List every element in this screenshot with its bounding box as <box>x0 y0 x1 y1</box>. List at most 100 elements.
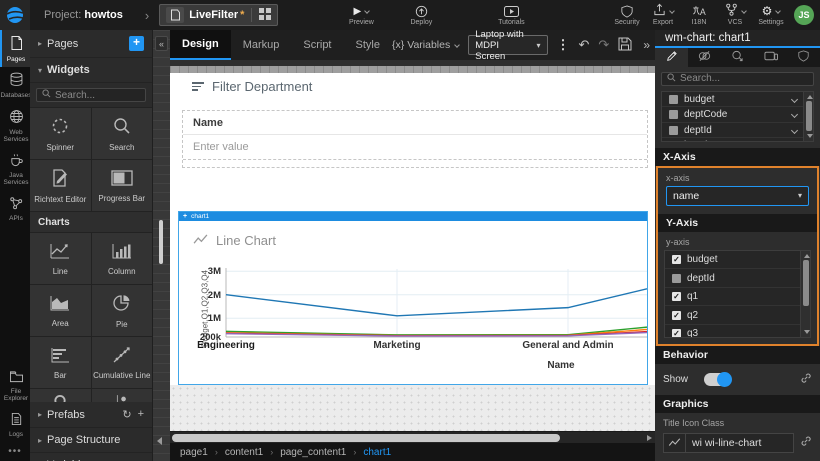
chart1-widget[interactable]: + chart1 Line Chart Budget,Q1,Q2,Q3,Q4 2… <box>178 211 648 385</box>
widget-selection-bar[interactable]: + chart1 <box>179 212 647 221</box>
cumulative-line-widget-tile[interactable]: Cumulative Line <box>92 337 153 388</box>
y-axis-list-scrollbar[interactable] <box>800 251 810 337</box>
expand-panel-button[interactable]: » <box>641 38 650 52</box>
checkbox[interactable]: ✓ <box>672 329 681 338</box>
x-axis-select[interactable]: name ▾ <box>666 186 809 206</box>
richtext-editor-widget-tile[interactable]: Richtext Editor <box>30 160 91 211</box>
scroll-down-icon[interactable] <box>804 330 810 334</box>
rail-item-logs[interactable]: Logs <box>0 407 30 442</box>
show-toggle[interactable] <box>704 373 731 386</box>
list-item-budget[interactable]: ✓budget <box>665 251 810 270</box>
line-widget-tile[interactable]: Line <box>30 233 91 284</box>
list-item-deptId[interactable]: deptId <box>662 123 813 139</box>
property-search-input[interactable] <box>680 73 808 84</box>
bar-widget-tile[interactable]: Bar <box>30 337 91 388</box>
scroll-right-arrow[interactable] <box>647 435 652 441</box>
deploy-button[interactable]: Deploy <box>404 5 438 26</box>
drop-zone[interactable] <box>170 385 655 431</box>
breadcrumb-item-page_content1[interactable]: page_content1 <box>280 447 346 458</box>
breadcrumb-item-chart1[interactable]: chart1 <box>363 447 391 458</box>
list-item-deptId[interactable]: deptId <box>665 269 810 288</box>
undo-icon[interactable]: ↶ <box>579 37 590 53</box>
tab-devices[interactable] <box>754 48 787 67</box>
checkbox[interactable] <box>669 95 678 104</box>
preview-button[interactable]: ▶ Preview <box>344 5 378 26</box>
pie-widget-tile[interactable]: Pie <box>92 285 153 336</box>
list-item-location[interactable]: location <box>662 138 813 142</box>
i18n-button[interactable]: A I18N <box>686 5 712 26</box>
widgets-accordion[interactable]: ▾ Widgets <box>30 58 152 83</box>
tutorials-button[interactable]: Tutorials <box>494 5 528 26</box>
page-structure-accordion[interactable]: ▸ Page Structure <box>30 428 152 453</box>
device-dropdown[interactable]: Laptop with MDPI Screen ▾ <box>468 35 547 55</box>
checkbox[interactable]: ✓ <box>672 255 681 264</box>
variables-accordion[interactable]: ▸ Variables <box>30 453 152 461</box>
livefilter-panel[interactable]: Name <box>182 110 648 168</box>
kebab-menu-icon[interactable]: ⋮ <box>557 37 570 53</box>
save-icon[interactable] <box>618 37 632 54</box>
horizontal-scrollbar-thumb[interactable] <box>172 434 560 442</box>
scrollbar-thumb[interactable] <box>803 260 809 306</box>
tab-styles[interactable] <box>688 48 721 67</box>
list-item-budget[interactable]: budget <box>662 92 813 108</box>
pages-accordion[interactable]: ▸ Pages + <box>30 30 152 58</box>
area-widget-tile[interactable]: Area <box>30 285 91 336</box>
breadcrumb-item-content1[interactable]: content1 <box>225 447 263 458</box>
title-icon-class-input[interactable] <box>685 433 794 453</box>
chevron-down-icon[interactable] <box>791 96 798 103</box>
name-field-input[interactable] <box>183 135 647 160</box>
refresh-icon[interactable]: ↻ <box>122 408 131 421</box>
spinner-widget-tile[interactable]: Spinner <box>30 108 91 159</box>
tab-style[interactable]: Style <box>344 30 392 60</box>
move-icon[interactable]: + <box>183 213 187 220</box>
checkbox[interactable] <box>669 110 678 119</box>
tab-properties[interactable] <box>655 48 688 67</box>
bind-property-icon[interactable] <box>800 372 812 387</box>
scroll-left-arrow[interactable] <box>157 437 162 445</box>
wavemaker-logo-icon[interactable] <box>0 0 30 30</box>
filter-department-heading[interactable]: Filter Department <box>192 79 312 94</box>
progress-bar-widget-tile[interactable]: Progress Bar <box>92 160 153 211</box>
list-item-q2[interactable]: ✓q2 <box>665 306 810 325</box>
checkbox[interactable]: ✓ <box>672 311 681 320</box>
rail-item-apis[interactable]: APIs <box>0 191 30 226</box>
tab-design[interactable]: Design <box>170 30 231 60</box>
redo-icon[interactable]: ↷ <box>598 37 609 53</box>
tab-markup[interactable]: Markup <box>231 30 292 60</box>
list-item-q3[interactable]: ✓q3 <box>665 325 810 338</box>
bubble-widget-tile[interactable] <box>92 389 153 402</box>
rail-more-icon[interactable]: ••• <box>0 442 30 461</box>
user-avatar[interactable]: JS <box>794 5 814 25</box>
scroll-up-icon[interactable] <box>807 95 813 99</box>
vertical-scrollbar-thumb[interactable] <box>159 220 163 264</box>
settings-button[interactable]: ⚙ Settings <box>758 5 784 26</box>
tab-script[interactable]: Script <box>291 30 343 60</box>
prefabs-accordion[interactable]: ▸ Prefabs ↻+ <box>30 402 152 428</box>
scroll-up-icon[interactable] <box>804 254 810 258</box>
scroll-down-icon[interactable] <box>807 134 813 138</box>
dashboard-grid-icon[interactable] <box>259 8 271 23</box>
checkbox[interactable] <box>669 126 678 135</box>
export-button[interactable]: Export <box>650 5 676 26</box>
donut-widget-tile[interactable] <box>30 389 91 402</box>
breadcrumb-item-page1[interactable]: page1 <box>180 447 208 458</box>
checkbox[interactable] <box>669 141 678 142</box>
scrollbar-thumb[interactable] <box>806 101 812 131</box>
column-widget-tile[interactable]: Column <box>92 233 153 284</box>
checkbox[interactable] <box>672 274 681 283</box>
canvas-horizontal-scrollbar[interactable] <box>170 431 655 443</box>
checkbox[interactable]: ✓ <box>672 292 681 301</box>
rail-item-web-services[interactable]: Web Services <box>0 104 30 148</box>
rail-item-pages[interactable]: Pages <box>0 30 30 67</box>
add-page-button[interactable]: + <box>129 36 144 51</box>
rail-item-databases[interactable]: Databases <box>0 67 30 103</box>
field-list-scrollbar[interactable] <box>803 92 813 141</box>
collapse-panel-button[interactable]: « <box>155 36 168 51</box>
widget-search-input[interactable] <box>55 90 140 101</box>
variables-dropdown[interactable]: {x} Variables <box>392 39 459 51</box>
add-prefab-icon[interactable]: + <box>138 408 144 421</box>
list-item-deptCode[interactable]: deptCode <box>662 107 813 123</box>
security-button[interactable]: Security <box>614 5 640 26</box>
rail-item-file-explorer[interactable]: File Explorer <box>0 365 30 407</box>
tab-security[interactable] <box>787 48 820 67</box>
